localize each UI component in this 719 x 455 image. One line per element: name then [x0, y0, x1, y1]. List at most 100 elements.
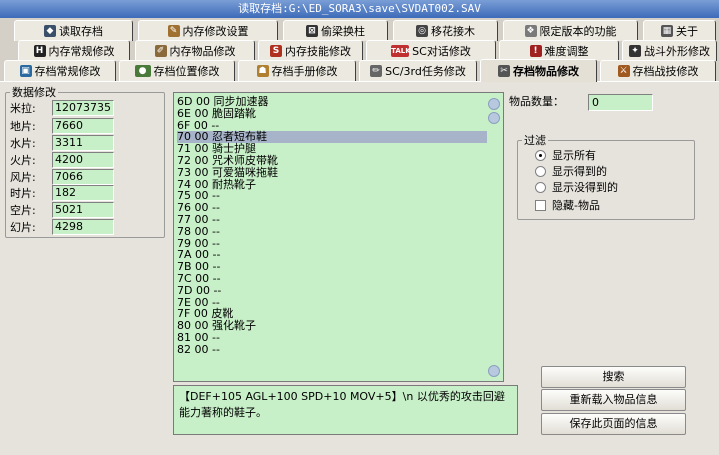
tab-difficulty[interactable]: ! 难度调整 — [499, 40, 619, 61]
stat-label: 水片: — [10, 137, 36, 150]
list-item[interactable]: 77 00 -- — [177, 214, 487, 226]
radio-label: 显示没得到的 — [552, 181, 618, 194]
tab-swap[interactable]: ⊠ 偷梁换柱 — [283, 20, 388, 41]
scroll-up-button[interactable] — [488, 98, 500, 110]
tab-label: 偷梁换柱 — [321, 25, 365, 38]
tab-label: 内存物品修改 — [169, 45, 236, 58]
list-item[interactable]: 7B 00 -- — [177, 261, 487, 273]
tab-save-handbook[interactable]: ☗ 存档手册修改 — [238, 60, 356, 81]
tab-save-combat-skills[interactable]: ⚔ 存档战技修改 — [600, 60, 716, 81]
list-item[interactable]: 78 00 -- — [177, 225, 487, 238]
tab-label: SC/3rd任务修改 — [385, 65, 466, 78]
tab-save-position[interactable]: ● 存档位置修改 — [119, 60, 235, 81]
tab-label: SC对话修改 — [412, 45, 471, 58]
hide-items-checkbox[interactable]: 隐藏-物品 — [535, 198, 600, 212]
tab-row-2: H 内存常规修改 ✐ 内存物品修改 S 内存技能修改 TALK SC对话修改 !… — [0, 40, 719, 61]
list-item[interactable]: 76 00 -- — [177, 202, 487, 214]
shield-icon: ❖ — [524, 25, 537, 37]
tab-label: 存档手册修改 — [271, 65, 338, 78]
tab-save-items[interactable]: ✂ 存档物品修改 — [480, 59, 597, 82]
stat-row-mirage: 幻片: 4298 — [10, 219, 114, 235]
window-title: 读取存档:G:\ED_SORA3\save\SVDAT002.SAV — [0, 0, 719, 18]
tab-label: 读取存档 — [59, 25, 103, 38]
stat-row-space: 空片: 5021 — [10, 202, 114, 218]
stat-value-field[interactable]: 3311 — [52, 135, 114, 151]
stat-label: 空片: — [10, 204, 36, 217]
tab-label: 关于 — [676, 25, 698, 38]
quantity-input[interactable]: 0 — [588, 94, 653, 111]
search-button[interactable]: 搜索 — [541, 366, 686, 388]
radio-label: 显示所有 — [552, 149, 596, 162]
tab-about[interactable]: ▦ 关于 — [643, 20, 716, 41]
item-description: 【DEF+105 AGL+100 SPD+10 MOV+5】\n 以优秀的攻击回… — [173, 385, 518, 435]
stat-label: 地片: — [10, 120, 36, 133]
radio-icon[interactable] — [535, 165, 546, 177]
list-item[interactable]: 73 00 可爱猫咪拖鞋 — [177, 166, 487, 179]
stat-row-water: 水片: 3311 — [10, 135, 114, 151]
reload-items-button[interactable]: 重新载入物品信息 — [541, 389, 686, 411]
list-item[interactable]: 79 00 -- — [177, 237, 487, 250]
tab-save-general[interactable]: ▣ 存档常规修改 — [4, 60, 116, 81]
filter-show-obtained[interactable]: 显示得到的 — [535, 164, 607, 178]
quantity-label: 物品数量： — [509, 95, 564, 108]
tab-sc-3rd-quests[interactable]: ✏ SC/3rd任务修改 — [359, 60, 477, 81]
tab-limited-version[interactable]: ❖ 限定版本的功能 — [503, 20, 638, 41]
list-item[interactable]: 72 00 咒术师皮带靴 — [177, 155, 487, 167]
list-item[interactable]: 6E 00 脆固踏靴 — [177, 107, 487, 120]
list-item[interactable]: 7C 00 -- — [177, 273, 487, 285]
diamond-icon: ◆ — [44, 25, 56, 37]
tab-memory-general[interactable]: H 内存常规修改 — [18, 40, 130, 61]
checkbox-icon[interactable] — [535, 199, 546, 211]
radio-icon[interactable] — [535, 149, 546, 161]
stat-label: 火片: — [10, 154, 36, 167]
swap-icon: ⊠ — [306, 25, 318, 37]
tab-graft[interactable]: ◎ 移花接木 — [393, 20, 498, 41]
tab-label: 内存修改设置 — [182, 25, 249, 38]
list-item[interactable]: 75 00 -- — [177, 190, 487, 202]
hp-icon: H — [33, 45, 46, 57]
list-item[interactable]: 7D 00 -- — [177, 284, 487, 297]
tab-sc-dialog[interactable]: TALK SC对话修改 — [366, 40, 496, 61]
stat-value-field[interactable]: 4200 — [52, 152, 114, 168]
graft-icon: ◎ — [416, 25, 428, 37]
pencil-icon: ✏ — [370, 65, 383, 77]
tab-memory-skills[interactable]: S 内存技能修改 — [258, 40, 363, 61]
talk-icon: TALK — [391, 45, 411, 57]
list-item[interactable]: 81 00 -- — [177, 332, 487, 344]
filter-show-not-obtained[interactable]: 显示没得到的 — [535, 180, 618, 194]
tab-battle-appearance[interactable]: ✦ 战斗外形修改 — [622, 40, 717, 61]
save-page-button[interactable]: 保存此页面的信息 — [541, 413, 686, 435]
scissors-icon: ✂ — [498, 65, 510, 77]
scroll-down-button[interactable] — [488, 365, 500, 377]
difficulty-icon: ! — [529, 45, 542, 57]
stat-row-mira: 米拉: 12073735 — [10, 100, 114, 116]
scroll-thumb[interactable] — [488, 112, 500, 124]
radio-label: 显示得到的 — [552, 165, 607, 178]
stat-value-field[interactable]: 7660 — [52, 118, 114, 134]
tab-label: 移花接木 — [431, 25, 475, 38]
stat-row-wind: 风片: 7066 — [10, 169, 114, 185]
stat-value-field[interactable]: 4298 — [52, 219, 114, 235]
item-list[interactable]: 6D 00 同步加速器 6E 00 脆固踏靴 6F 00 -- 70 00 忍者短布鞋… — [173, 92, 504, 382]
tab-row-1: ◆ 读取存档 ✎ 内存修改设置 ⊠ 偷梁换柱 ◎ 移花接木 ❖ 限定版本的功能 … — [0, 20, 719, 41]
item-list-scrollbar[interactable] — [487, 95, 501, 379]
radio-icon[interactable] — [535, 181, 546, 193]
tab-memory-settings[interactable]: ✎ 内存修改设置 — [138, 20, 278, 41]
tech-icon: ⚔ — [617, 65, 630, 77]
stat-value-field[interactable]: 5021 — [52, 202, 114, 218]
list-item[interactable]: 82 00 -- — [177, 343, 487, 356]
tab-row-3: ▣ 存档常规修改 ● 存档位置修改 ☗ 存档手册修改 ✏ SC/3rd任务修改 … — [0, 59, 719, 82]
filter-group-legend: 过滤 — [524, 134, 546, 147]
pen-icon: ✐ — [154, 45, 167, 57]
list-item[interactable]: 80 00 强化靴子 — [177, 320, 487, 332]
stat-value-field[interactable]: 182 — [52, 185, 114, 201]
stat-value-field[interactable]: 7066 — [52, 169, 114, 185]
stat-label: 时片: — [10, 187, 36, 200]
tab-label: 存档位置修改 — [153, 65, 220, 78]
filter-show-all[interactable]: 显示所有 — [535, 148, 596, 162]
tab-read-save[interactable]: ◆ 读取存档 — [14, 20, 133, 41]
list-item[interactable]: 7A 00 -- — [177, 249, 487, 261]
list-item[interactable]: 74 00 耐热靴子 — [177, 178, 487, 191]
stat-value-field[interactable]: 12073735 — [52, 100, 114, 116]
tab-memory-items[interactable]: ✐ 内存物品修改 — [135, 40, 255, 61]
